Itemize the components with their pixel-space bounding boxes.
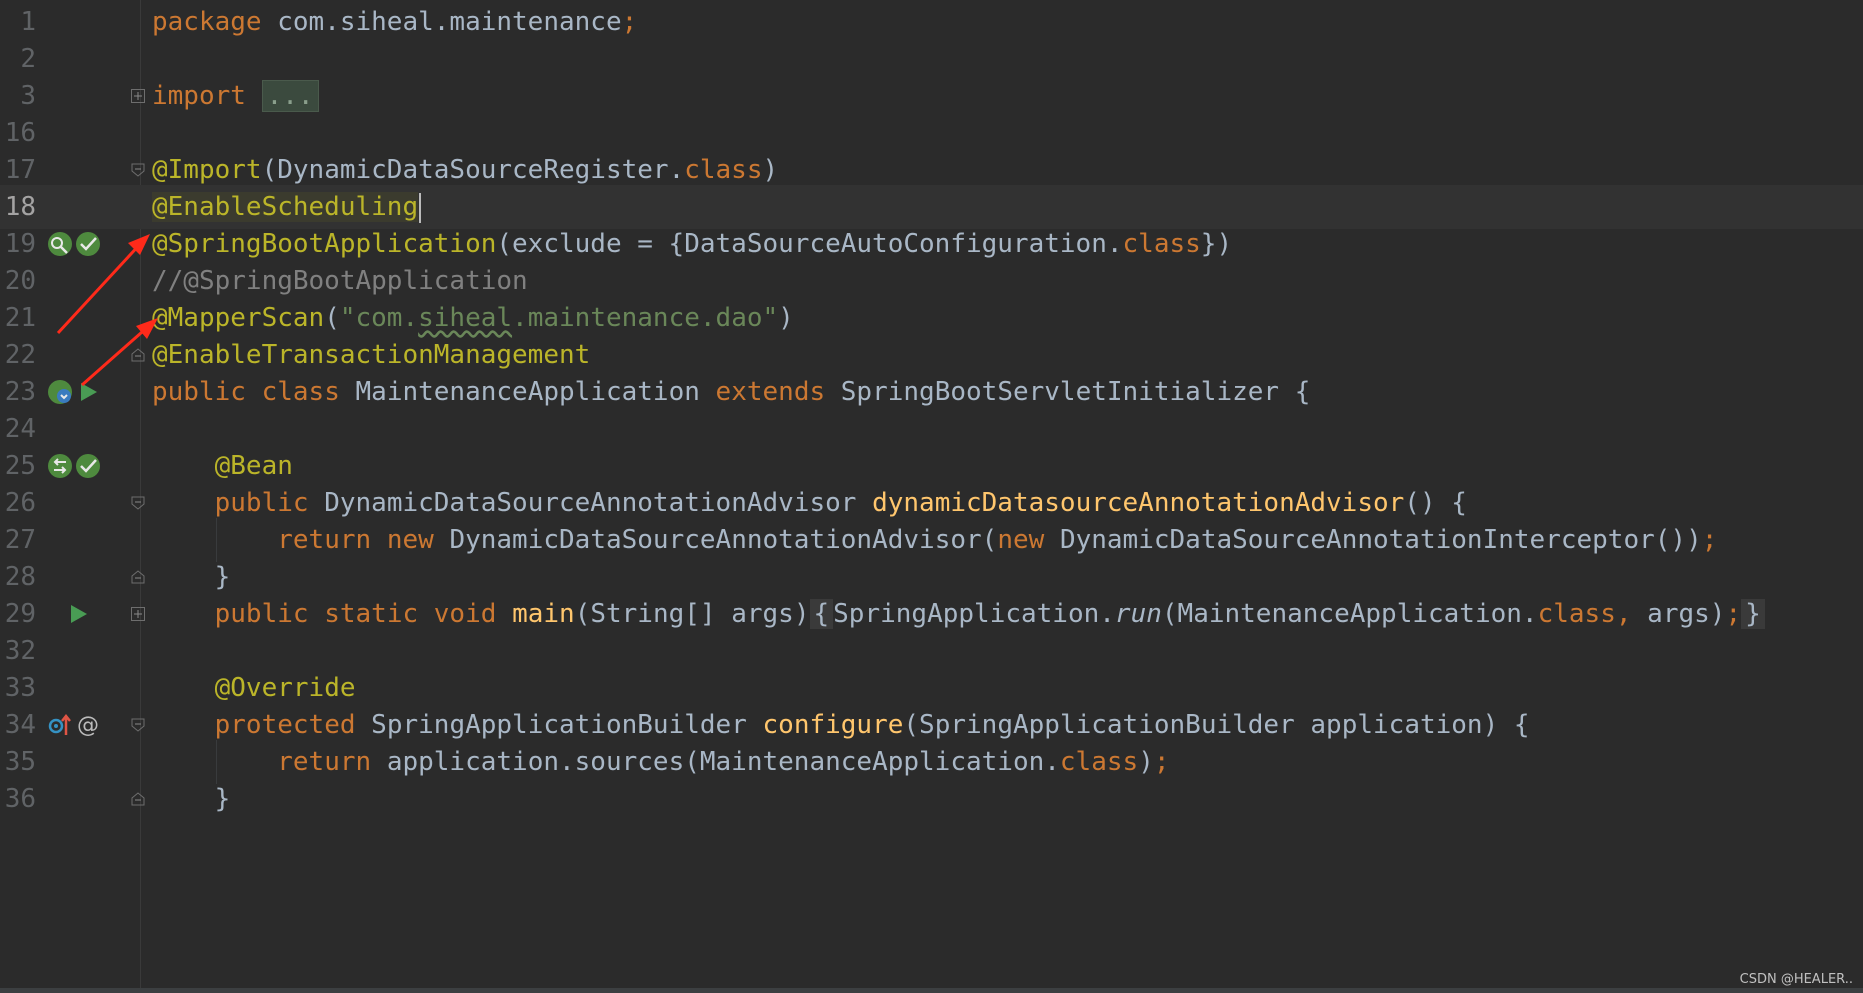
line-number: 36 bbox=[4, 784, 36, 814]
spring-bean-run-icon[interactable] bbox=[46, 378, 74, 406]
run-icon[interactable] bbox=[64, 600, 92, 628]
override-up-icon[interactable] bbox=[46, 711, 74, 739]
fold-expand-icon[interactable] bbox=[131, 89, 145, 103]
code-line[interactable]: 36 } bbox=[0, 777, 1863, 821]
spring-bean-check-icon[interactable] bbox=[74, 230, 102, 258]
spring-bean-check-icon[interactable] bbox=[74, 452, 102, 480]
code-text: } bbox=[214, 784, 231, 814]
fold-expand-icon[interactable] bbox=[131, 607, 145, 621]
fold-collapse-icon[interactable] bbox=[131, 496, 145, 510]
horizontal-scrollbar[interactable] bbox=[0, 988, 1863, 993]
fold-end-icon[interactable] bbox=[131, 348, 145, 362]
fold-end-icon[interactable] bbox=[131, 792, 145, 806]
fold-end-icon[interactable] bbox=[131, 570, 145, 584]
folded-brace-close[interactable]: } bbox=[1741, 599, 1765, 629]
code-editor[interactable]: 1 package com.siheal.maintenance; 2 3 im… bbox=[0, 0, 1863, 993]
text-caret bbox=[419, 192, 422, 223]
at-icon[interactable]: @ bbox=[74, 711, 102, 739]
fold-collapse-icon[interactable] bbox=[131, 718, 145, 732]
spring-bean-nav-icon[interactable] bbox=[46, 452, 74, 480]
svg-text:@: @ bbox=[77, 713, 99, 738]
folded-brace-open[interactable]: { bbox=[809, 599, 834, 629]
spelling-warning: siheal bbox=[418, 303, 513, 333]
fold-collapse-icon[interactable] bbox=[131, 163, 145, 177]
watermark: CSDN @HEALER.. bbox=[1739, 972, 1853, 987]
folded-imports[interactable]: ... bbox=[261, 80, 319, 112]
spring-bean-search-icon[interactable] bbox=[46, 230, 74, 258]
run-icon[interactable] bbox=[74, 378, 102, 406]
